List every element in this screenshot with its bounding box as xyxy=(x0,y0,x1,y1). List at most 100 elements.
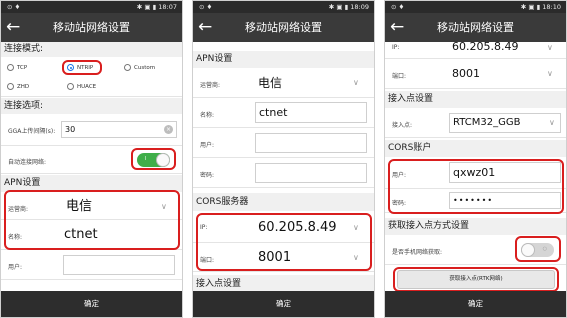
settings-content: IP: 60.205.8.49 ∨ 端口: 8001 ∨ 接入点设置 接入点: … xyxy=(385,42,566,291)
settings-content: 连接模式: TCP NTRIP Custom ZHD HUACE 连接选项: G… xyxy=(1,42,182,291)
name-label: 名称: xyxy=(200,112,215,119)
password-label: 密码: xyxy=(200,172,215,179)
gga-label: GGA上传间隔(s): xyxy=(8,128,56,135)
radio-label: Custom xyxy=(134,65,156,71)
user-input[interactable] xyxy=(255,133,367,153)
radio-label: HUACE xyxy=(77,84,97,90)
status-bar: ⊙ ♦ ✱ ▣ ▮ 18:10 xyxy=(385,1,566,13)
operator-label: 运营商: xyxy=(200,82,221,89)
cors-account-header: CORS账户 xyxy=(385,140,566,157)
chevron-down-icon[interactable]: ∨ xyxy=(549,118,555,127)
password-label: 密码: xyxy=(392,200,407,207)
title-bar: ← 移动站网络设置 xyxy=(1,13,182,42)
status-right-info: ✱ ▣ ▮ 18:10 xyxy=(520,3,561,11)
radio-custom[interactable]: Custom xyxy=(124,64,155,71)
radio-tcp[interactable]: TCP xyxy=(7,64,27,71)
screen-2: ⊙ ♦ ✱ ▣ ▮ 18:09 ← 移动站网络设置 APN设置 运营商: 电信 … xyxy=(192,0,375,318)
radio-huace[interactable]: HUACE xyxy=(67,83,96,90)
password-input[interactable] xyxy=(255,163,367,183)
mount-label: 接入点: xyxy=(392,122,413,129)
name-input[interactable]: ctnet xyxy=(255,102,367,123)
user-label: 用户: xyxy=(392,172,407,179)
radio-selected-icon xyxy=(67,64,74,71)
conn-mode-header: 连接模式: xyxy=(1,42,182,57)
user-row: 用户: xyxy=(1,250,182,280)
cors-password-row: 密码: ••••••• xyxy=(385,189,566,213)
chevron-down-icon[interactable]: ∨ xyxy=(353,223,359,232)
radio-zhd[interactable]: ZHD xyxy=(7,83,29,90)
status-left-icons: ⊙ ♦ xyxy=(391,3,405,11)
password-row: 密码: xyxy=(193,158,374,188)
port-label: 端口: xyxy=(392,73,407,80)
phone-net-label: 是否手机网络获取: xyxy=(392,249,443,256)
radio-ntrip[interactable]: NTRIP xyxy=(67,64,93,71)
radio-group-connection-mode: TCP NTRIP Custom ZHD HUACE xyxy=(1,57,182,97)
ip-input[interactable]: 60.205.8.49 xyxy=(255,217,367,238)
toggle-knob xyxy=(156,153,170,167)
ip-input[interactable]: 60.205.8.49 xyxy=(449,42,561,56)
apn-header: APN设置 xyxy=(1,175,182,192)
chevron-down-icon[interactable]: ∨ xyxy=(547,43,553,52)
get-mount-point-button[interactable]: 获取接入点(RTK网络) xyxy=(397,270,555,289)
cors-password-input[interactable]: ••••••• xyxy=(449,192,561,209)
phone-net-toggle[interactable]: ○ xyxy=(521,243,554,257)
mount-point-header: 接入点设置 xyxy=(385,91,566,108)
apn-header: APN设置 xyxy=(193,51,374,68)
status-right-info: ✱ ▣ ▮ 18:09 xyxy=(328,3,369,11)
page-title: 移动站网络设置 xyxy=(437,21,514,34)
chevron-down-icon[interactable]: ∨ xyxy=(547,69,553,78)
title-bar: ← 移动站网络设置 xyxy=(385,13,566,42)
get-mount-method-header: 获取接入点方式设置 xyxy=(385,218,566,235)
screen-3: ⊙ ♦ ✱ ▣ ▮ 18:10 ← 移动站网络设置 IP: 60.205.8.4… xyxy=(384,0,567,318)
mount-point-select[interactable]: RTCM32_GGB xyxy=(449,113,561,133)
settings-content: APN设置 运营商: 电信 ∨ 名称: ctnet 用户: 密码: CORS服务… xyxy=(193,42,374,291)
toggle-knob xyxy=(521,243,535,257)
chevron-down-icon[interactable]: ∨ xyxy=(161,202,167,211)
ok-button[interactable]: 确定 xyxy=(385,291,566,317)
operator-select[interactable]: 电信 xyxy=(63,197,175,216)
radio-circle-icon xyxy=(67,83,74,90)
name-label: 名称: xyxy=(8,234,23,241)
conn-options-header: 连接选项: xyxy=(1,98,182,114)
mount-row: 接入点: RTCM32_GGB ∨ xyxy=(385,108,566,138)
operator-row: 运营商: 电信 ∨ xyxy=(1,192,182,220)
user-input[interactable] xyxy=(63,255,175,275)
screen-1: ⊙ ♦ ✱ ▣ ▮ 18:07 ← 移动站网络设置 连接模式: TCP NTRI… xyxy=(0,0,183,318)
port-row: 端口: 8001 ∨ xyxy=(385,59,566,89)
ip-label: IP: xyxy=(200,224,208,231)
auto-connect-toggle[interactable]: I xyxy=(137,153,170,167)
port-input[interactable]: 8001 xyxy=(449,64,561,84)
user-label: 用户: xyxy=(200,142,215,149)
cors-user-row: 用户: qxwz01 xyxy=(385,157,566,189)
operator-label: 运营商: xyxy=(8,206,29,213)
status-bar: ⊙ ♦ ✱ ▣ ▮ 18:09 xyxy=(193,1,374,13)
ip-row: IP: 60.205.8.49 ∨ xyxy=(385,42,566,59)
port-input[interactable]: 8001 xyxy=(255,247,367,268)
ip-label: IP: xyxy=(392,44,400,51)
cors-server-header: CORS服务器 xyxy=(193,193,374,211)
radio-circle-icon xyxy=(7,83,14,90)
gga-row: GGA上传间隔(s): 30 × xyxy=(1,114,182,146)
title-bar: ← 移动站网络设置 xyxy=(193,13,374,42)
ok-button[interactable]: 确定 xyxy=(193,291,374,317)
name-row: 名称: ctnet xyxy=(1,220,182,250)
operator-select[interactable]: 电信 xyxy=(255,73,367,93)
page-title: 移动站网络设置 xyxy=(53,21,130,34)
radio-label: ZHD xyxy=(17,84,30,90)
auto-connect-row: 自动连接网络: I xyxy=(1,146,182,174)
cors-user-input[interactable]: qxwz01 xyxy=(449,162,561,183)
radio-circle-icon xyxy=(124,64,131,71)
operator-row: 运营商: 电信 ∨ xyxy=(193,68,374,98)
radio-circle-icon xyxy=(7,64,14,71)
chevron-down-icon[interactable]: ∨ xyxy=(353,253,359,262)
status-left-icons: ⊙ ♦ xyxy=(7,3,21,11)
clear-icon[interactable]: × xyxy=(164,125,173,134)
port-row: 端口: 8001 ∨ xyxy=(193,243,374,272)
gga-interval-input[interactable]: 30 xyxy=(61,121,177,138)
toggle-on-mark-icon: I xyxy=(145,156,147,162)
name-input[interactable]: ctnet xyxy=(61,225,177,245)
ok-button[interactable]: 确定 xyxy=(1,291,182,317)
chevron-down-icon[interactable]: ∨ xyxy=(353,78,359,87)
page-title: 移动站网络设置 xyxy=(245,21,322,34)
name-row: 名称: ctnet xyxy=(193,98,374,128)
